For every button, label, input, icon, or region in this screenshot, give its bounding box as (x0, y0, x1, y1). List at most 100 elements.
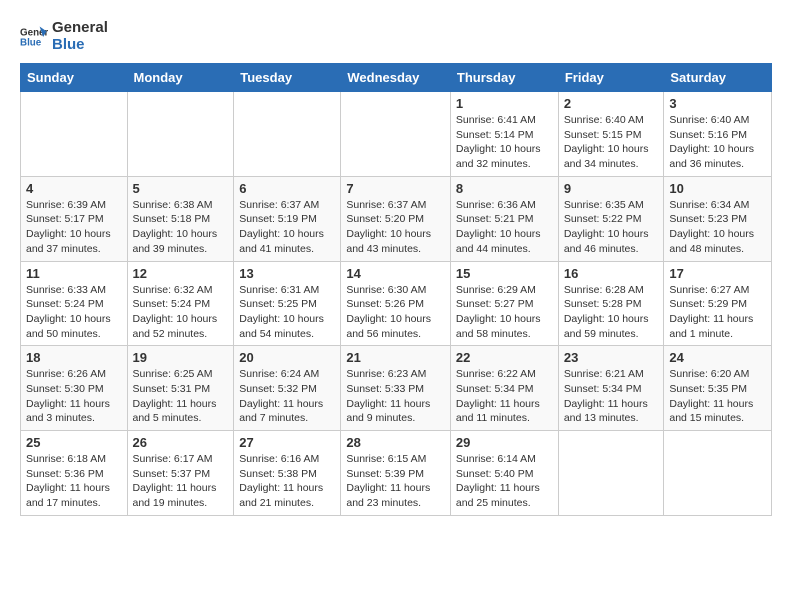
day-info: Sunrise: 6:17 AM Sunset: 5:37 PM Dayligh… (133, 452, 229, 511)
day-info: Sunrise: 6:38 AM Sunset: 5:18 PM Dayligh… (133, 198, 229, 257)
day-info: Sunrise: 6:37 AM Sunset: 5:20 PM Dayligh… (346, 198, 445, 257)
calendar-cell: 7 Sunrise: 6:37 AM Sunset: 5:20 PM Daylig… (341, 176, 451, 261)
day-number: 26 (133, 435, 229, 450)
day-number: 7 (346, 181, 445, 196)
logo-blue: Blue (52, 37, 108, 54)
day-info: Sunrise: 6:28 AM Sunset: 5:28 PM Dayligh… (564, 283, 659, 342)
calendar-cell: 11 Sunrise: 6:33 AM Sunset: 5:24 PM Dayli… (21, 261, 128, 346)
day-number: 12 (133, 266, 229, 281)
column-header-thursday: Thursday (450, 64, 558, 92)
day-info: Sunrise: 6:30 AM Sunset: 5:26 PM Dayligh… (346, 283, 445, 342)
calendar-cell: 6 Sunrise: 6:37 AM Sunset: 5:19 PM Daylig… (234, 176, 341, 261)
calendar-cell: 16Sunrise: 6:28 AM Sunset: 5:28 PM Dayli… (558, 261, 664, 346)
day-info: Sunrise: 6:14 AM Sunset: 5:40 PM Dayligh… (456, 452, 553, 511)
calendar-week-3: 11 Sunrise: 6:33 AM Sunset: 5:24 PM Dayli… (21, 261, 772, 346)
column-header-tuesday: Tuesday (234, 64, 341, 92)
calendar-cell (234, 92, 341, 177)
day-number: 3 (669, 96, 766, 111)
column-header-monday: Monday (127, 64, 234, 92)
day-number: 24 (669, 350, 766, 365)
day-number: 18 (26, 350, 122, 365)
header: General Blue General Blue (20, 20, 772, 53)
calendar-cell: 9Sunrise: 6:35 AM Sunset: 5:22 PM Daylig… (558, 176, 664, 261)
day-info: Sunrise: 6:33 AM Sunset: 5:24 PM Dayligh… (26, 283, 122, 342)
day-info: Sunrise: 6:24 AM Sunset: 5:32 PM Dayligh… (239, 367, 335, 426)
day-number: 19 (133, 350, 229, 365)
column-header-friday: Friday (558, 64, 664, 92)
day-info: Sunrise: 6:35 AM Sunset: 5:22 PM Dayligh… (564, 198, 659, 257)
calendar-cell: 21Sunrise: 6:23 AM Sunset: 5:33 PM Dayli… (341, 346, 451, 431)
calendar-cell: 24 Sunrise: 6:20 AM Sunset: 5:35 PM Dayli… (664, 346, 772, 431)
calendar-cell: 14Sunrise: 6:30 AM Sunset: 5:26 PM Dayli… (341, 261, 451, 346)
calendar-cell: 15Sunrise: 6:29 AM Sunset: 5:27 PM Dayli… (450, 261, 558, 346)
calendar-header-row: SundayMondayTuesdayWednesdayThursdayFrid… (21, 64, 772, 92)
day-info: Sunrise: 6:25 AM Sunset: 5:31 PM Dayligh… (133, 367, 229, 426)
column-header-wednesday: Wednesday (341, 64, 451, 92)
calendar-cell: 17 Sunrise: 6:27 AM Sunset: 5:29 PM Dayli… (664, 261, 772, 346)
calendar-cell (21, 92, 128, 177)
calendar-week-4: 18 Sunrise: 6:26 AM Sunset: 5:30 PM Dayli… (21, 346, 772, 431)
calendar-cell: 28 Sunrise: 6:15 AM Sunset: 5:39 PM Dayli… (341, 431, 451, 516)
calendar-table: SundayMondayTuesdayWednesdayThursdayFrid… (20, 63, 772, 516)
calendar-week-5: 25Sunrise: 6:18 AM Sunset: 5:36 PM Dayli… (21, 431, 772, 516)
day-info: Sunrise: 6:37 AM Sunset: 5:19 PM Dayligh… (239, 198, 335, 257)
day-number: 28 (346, 435, 445, 450)
svg-text:Blue: Blue (20, 37, 42, 48)
calendar-cell: 12 Sunrise: 6:32 AM Sunset: 5:24 PM Dayli… (127, 261, 234, 346)
calendar-cell: 8 Sunrise: 6:36 AM Sunset: 5:21 PM Daylig… (450, 176, 558, 261)
day-info: Sunrise: 6:32 AM Sunset: 5:24 PM Dayligh… (133, 283, 229, 342)
day-number: 17 (669, 266, 766, 281)
day-number: 21 (346, 350, 445, 365)
day-number: 4 (26, 181, 122, 196)
day-info: Sunrise: 6:21 AM Sunset: 5:34 PM Dayligh… (564, 367, 659, 426)
day-number: 1 (456, 96, 553, 111)
day-number: 23 (564, 350, 659, 365)
day-number: 22 (456, 350, 553, 365)
day-number: 27 (239, 435, 335, 450)
day-info: Sunrise: 6:22 AM Sunset: 5:34 PM Dayligh… (456, 367, 553, 426)
calendar-week-1: 1 Sunrise: 6:41 AM Sunset: 5:14 PM Daylig… (21, 92, 772, 177)
day-info: Sunrise: 6:31 AM Sunset: 5:25 PM Dayligh… (239, 283, 335, 342)
calendar-cell: 10 Sunrise: 6:34 AM Sunset: 5:23 PM Dayli… (664, 176, 772, 261)
calendar-cell (127, 92, 234, 177)
day-info: Sunrise: 6:20 AM Sunset: 5:35 PM Dayligh… (669, 367, 766, 426)
calendar-cell: 19 Sunrise: 6:25 AM Sunset: 5:31 PM Dayli… (127, 346, 234, 431)
day-number: 13 (239, 266, 335, 281)
day-number: 29 (456, 435, 553, 450)
day-info: Sunrise: 6:34 AM Sunset: 5:23 PM Dayligh… (669, 198, 766, 257)
day-info: Sunrise: 6:40 AM Sunset: 5:15 PM Dayligh… (564, 113, 659, 172)
calendar-cell: 20 Sunrise: 6:24 AM Sunset: 5:32 PM Dayli… (234, 346, 341, 431)
day-info: Sunrise: 6:27 AM Sunset: 5:29 PM Dayligh… (669, 283, 766, 342)
calendar-cell: 4 Sunrise: 6:39 AM Sunset: 5:17 PM Daylig… (21, 176, 128, 261)
day-number: 11 (26, 266, 122, 281)
calendar-week-2: 4 Sunrise: 6:39 AM Sunset: 5:17 PM Daylig… (21, 176, 772, 261)
calendar-cell: 13 Sunrise: 6:31 AM Sunset: 5:25 PM Dayli… (234, 261, 341, 346)
calendar-cell (558, 431, 664, 516)
day-number: 2 (564, 96, 659, 111)
day-info: Sunrise: 6:29 AM Sunset: 5:27 PM Dayligh… (456, 283, 553, 342)
day-number: 10 (669, 181, 766, 196)
day-info: Sunrise: 6:15 AM Sunset: 5:39 PM Dayligh… (346, 452, 445, 511)
calendar-cell (341, 92, 451, 177)
day-info: Sunrise: 6:41 AM Sunset: 5:14 PM Dayligh… (456, 113, 553, 172)
calendar-cell: 26 Sunrise: 6:17 AM Sunset: 5:37 PM Dayli… (127, 431, 234, 516)
calendar-cell: 22 Sunrise: 6:22 AM Sunset: 5:34 PM Dayli… (450, 346, 558, 431)
day-info: Sunrise: 6:40 AM Sunset: 5:16 PM Dayligh… (669, 113, 766, 172)
day-number: 20 (239, 350, 335, 365)
calendar-cell: 23 Sunrise: 6:21 AM Sunset: 5:34 PM Dayli… (558, 346, 664, 431)
column-header-sunday: Sunday (21, 64, 128, 92)
day-number: 8 (456, 181, 553, 196)
logo-icon: General Blue (20, 23, 48, 51)
day-info: Sunrise: 6:39 AM Sunset: 5:17 PM Dayligh… (26, 198, 122, 257)
calendar-cell: 1 Sunrise: 6:41 AM Sunset: 5:14 PM Daylig… (450, 92, 558, 177)
calendar-cell: 25Sunrise: 6:18 AM Sunset: 5:36 PM Dayli… (21, 431, 128, 516)
calendar-cell: 5 Sunrise: 6:38 AM Sunset: 5:18 PM Daylig… (127, 176, 234, 261)
day-number: 5 (133, 181, 229, 196)
day-info: Sunrise: 6:26 AM Sunset: 5:30 PM Dayligh… (26, 367, 122, 426)
calendar-cell: 29 Sunrise: 6:14 AM Sunset: 5:40 PM Dayli… (450, 431, 558, 516)
day-info: Sunrise: 6:18 AM Sunset: 5:36 PM Dayligh… (26, 452, 122, 511)
day-info: Sunrise: 6:16 AM Sunset: 5:38 PM Dayligh… (239, 452, 335, 511)
day-number: 6 (239, 181, 335, 196)
logo: General Blue General Blue (20, 20, 108, 53)
day-info: Sunrise: 6:36 AM Sunset: 5:21 PM Dayligh… (456, 198, 553, 257)
